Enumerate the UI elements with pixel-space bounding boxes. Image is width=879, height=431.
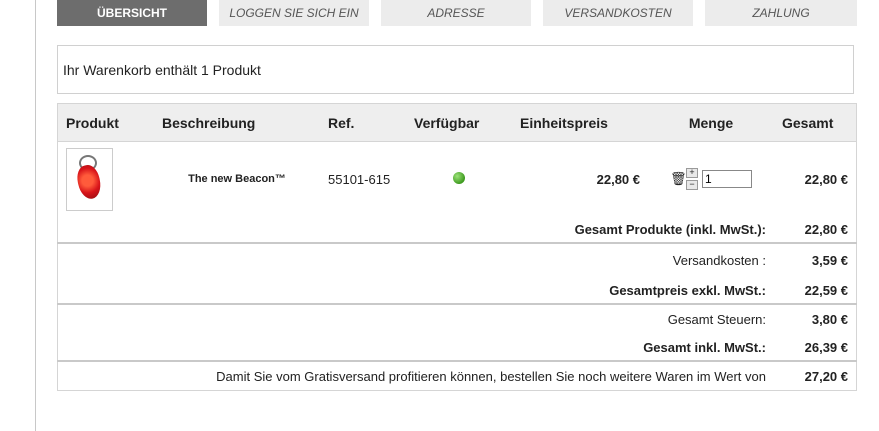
free-shipping-value: 27,20 € — [774, 360, 857, 391]
shipping-value: 3,59 € — [774, 242, 857, 277]
cart-table: Produkt Beschreibung Ref. Verfügbar Einh… — [57, 103, 857, 391]
table-header-row: Produkt Beschreibung Ref. Verfügbar Einh… — [57, 103, 857, 142]
available-icon — [453, 171, 465, 184]
total-incl-row: Gesamt inkl. MwSt.: 26,39 € — [58, 334, 857, 361]
total-products-label: Gesamt Produkte (inkl. MwSt.): — [574, 221, 766, 237]
total-products-value: 22,80 € — [804, 221, 848, 237]
product-thumbnail[interactable] — [66, 147, 113, 211]
total-excl-row: Gesamtpreis exkl. MwSt.: 22,59 € — [58, 277, 857, 304]
total-excl-label: Gesamtpreis exkl. MwSt.: — [609, 282, 766, 298]
tax-row: Gesamt Steuern: 3,80 € — [57, 303, 857, 334]
availability-cell — [406, 142, 512, 217]
total-incl-value: 26,39 € — [804, 339, 848, 355]
col-ref: Ref. — [320, 103, 406, 142]
col-total: Gesamt — [774, 103, 857, 142]
step-address[interactable]: ADRESSE — [381, 0, 531, 26]
tax-label: Gesamt Steuern: — [57, 303, 774, 334]
table-row: The new Beacon™ 55101-615 22,80 € 🗑 + − … — [58, 142, 857, 217]
step-shipping[interactable]: VERSANDKOSTEN — [543, 0, 693, 26]
col-unit-price: Einheitspreis — [512, 103, 648, 142]
total-products-row: Gesamt Produkte (inkl. MwSt.): 22,80 € — [58, 216, 857, 243]
cart-summary: Ihr Warenkorb enthält 1 Produkt — [57, 45, 854, 94]
plus-icon[interactable]: + — [686, 168, 698, 178]
unit-price: 22,80 € — [596, 171, 640, 187]
shipping-label: Versandkosten : — [57, 242, 774, 277]
minus-icon[interactable]: − — [686, 180, 698, 190]
step-overview[interactable]: ÜBERSICHT — [57, 0, 207, 26]
col-quantity: Menge — [648, 103, 774, 142]
quantity-cell: 🗑 + − — [648, 142, 774, 217]
line-total: 22,80 € — [804, 171, 848, 187]
product-ref: 55101-615 — [328, 171, 391, 187]
checkout-steps: ÜBERSICHT LOGGEN SIE SICH EIN ADRESSE VE… — [57, 0, 857, 26]
free-shipping-row: Damit Sie vom Gratisversand profitieren … — [57, 360, 857, 391]
beacon-image — [74, 162, 104, 201]
col-description: Beschreibung — [154, 103, 320, 142]
step-login[interactable]: LOGGEN SIE SICH EIN — [219, 0, 369, 26]
col-product: Produkt — [57, 103, 154, 142]
tax-value: 3,80 € — [774, 303, 857, 334]
step-payment[interactable]: ZAHLUNG — [705, 0, 857, 26]
shipping-row: Versandkosten : 3,59 € — [57, 242, 857, 277]
total-incl-label: Gesamt inkl. MwSt.: — [643, 339, 766, 355]
quantity-input[interactable] — [702, 170, 752, 188]
trash-icon[interactable]: 🗑 — [670, 172, 687, 186]
product-image-cell — [58, 142, 155, 217]
product-name[interactable]: The new Beacon™ — [154, 142, 320, 217]
col-availability: Verfügbar — [406, 103, 512, 142]
left-divider — [35, 0, 36, 431]
free-shipping-label: Damit Sie vom Gratisversand profitieren … — [57, 360, 774, 391]
total-excl-value: 22,59 € — [804, 282, 848, 298]
